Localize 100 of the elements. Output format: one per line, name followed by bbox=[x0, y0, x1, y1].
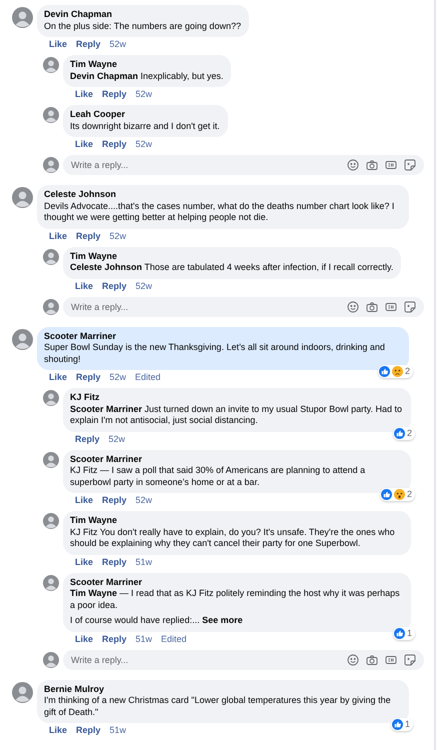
reply-link[interactable]: Reply bbox=[76, 725, 101, 736]
like-link[interactable]: Like bbox=[75, 634, 94, 644]
reply-link[interactable]: Reply bbox=[102, 634, 127, 644]
like-link[interactable]: Like bbox=[49, 372, 68, 383]
comment-text: Scooter Marriner Just turned down an invite to my usual Stupor Bowl party. Had to explain I'm not antisocial, just social distancing. bbox=[70, 404, 403, 426]
reply-link[interactable]: Reply bbox=[76, 230, 101, 242]
avatar[interactable] bbox=[43, 390, 59, 406]
edited-label[interactable]: Edited bbox=[161, 634, 187, 644]
like-link[interactable]: Like bbox=[75, 139, 94, 150]
reply-input[interactable]: Write a reply... bbox=[71, 302, 347, 312]
timestamp[interactable]: 52w bbox=[136, 280, 152, 292]
avatar[interactable] bbox=[43, 452, 59, 468]
reply-link[interactable]: Reply bbox=[102, 89, 127, 100]
edited-label[interactable]: Edited bbox=[135, 372, 161, 383]
reply-link[interactable]: Reply bbox=[102, 495, 127, 506]
avatar[interactable] bbox=[12, 187, 33, 208]
reply-link[interactable]: Reply bbox=[102, 280, 127, 292]
like-link[interactable]: Like bbox=[49, 230, 68, 242]
reply-link[interactable]: Reply bbox=[75, 434, 100, 444]
reply-input[interactable]: Write a reply... bbox=[71, 654, 347, 664]
timestamp[interactable]: 51w bbox=[110, 725, 126, 736]
author-name: Devin Chapman bbox=[44, 9, 114, 20]
sticker-icon[interactable] bbox=[404, 159, 416, 171]
comment-text: KJ Fitz You don't really have to explain, do you? It's unsafe. They're the ones who should be explaining why they can't cancel their party for one Superbowl. bbox=[70, 526, 396, 550]
avatar[interactable] bbox=[12, 7, 33, 28]
avatar[interactable] bbox=[12, 328, 33, 350]
reply-input[interactable]: Write a reply... bbox=[71, 160, 347, 170]
reaction-badge[interactable]: 1 bbox=[392, 626, 415, 640]
timestamp[interactable]: 51w bbox=[136, 634, 152, 644]
camera-icon[interactable] bbox=[366, 159, 378, 171]
timestamp[interactable]: 52w bbox=[136, 89, 152, 100]
reply-link[interactable]: Reply bbox=[76, 372, 101, 383]
reaction-badge[interactable]: 1 bbox=[390, 718, 413, 731]
reaction-badge[interactable]: 2 bbox=[380, 488, 415, 501]
reply-field[interactable]: Write a reply... bbox=[63, 296, 424, 316]
timestamp[interactable]: 52w bbox=[110, 372, 126, 383]
like-link[interactable]: Like bbox=[75, 556, 94, 568]
reply-link[interactable]: Reply bbox=[102, 139, 127, 150]
like-link[interactable]: Like bbox=[49, 725, 68, 736]
reaction-count: 1 bbox=[404, 719, 410, 730]
reply-link[interactable]: Reply bbox=[76, 39, 101, 50]
author-name: Celeste Johnson bbox=[44, 189, 118, 200]
timestamp[interactable]: 52w bbox=[108, 434, 126, 444]
comment-text: I of course would have replied:... See more bbox=[70, 615, 244, 626]
like-link[interactable]: Like bbox=[75, 280, 94, 292]
timestamp[interactable]: 52w bbox=[136, 139, 152, 150]
avatar[interactable] bbox=[43, 652, 59, 668]
reaction-badge[interactable]: 2 bbox=[378, 365, 413, 378]
avatar[interactable] bbox=[43, 574, 59, 590]
comment-text: Its downright bizarre and I don't get it. bbox=[70, 120, 220, 132]
emoji-icon[interactable] bbox=[347, 300, 359, 312]
timestamp[interactable]: 52w bbox=[110, 230, 126, 242]
avatar[interactable] bbox=[43, 157, 59, 173]
comment-text: Tim Wayne — I read that as KJ Fitz politely reminding the host why it was perhaps a poor idea. bbox=[70, 588, 401, 611]
reaction-count: 2 bbox=[406, 489, 412, 500]
like-icon bbox=[394, 628, 405, 638]
avatar[interactable] bbox=[12, 682, 33, 702]
emoji-icon[interactable] bbox=[347, 654, 359, 666]
reply-link[interactable]: Reply bbox=[102, 556, 127, 568]
emoji-icon[interactable] bbox=[347, 159, 359, 171]
avatar[interactable] bbox=[43, 298, 59, 314]
timestamp[interactable]: 51w bbox=[136, 556, 152, 568]
like-icon bbox=[378, 366, 390, 377]
camera-icon[interactable] bbox=[366, 654, 378, 666]
camera-icon[interactable] bbox=[366, 300, 378, 312]
reaction-count: 2 bbox=[406, 428, 412, 438]
author-name: Tim Wayne bbox=[70, 515, 118, 526]
like-icon bbox=[394, 428, 405, 438]
comment-text: Devin Chapman Inexplicably, but yes. bbox=[70, 70, 224, 82]
avatar[interactable] bbox=[43, 57, 59, 73]
timestamp[interactable]: 52w bbox=[136, 495, 152, 506]
see-more-link[interactable]: See more bbox=[202, 615, 243, 625]
comment-text: Super Bowl Sunday is the new Thanksgiving. Let’s all sit around indoors, drinking and shouting! bbox=[44, 342, 386, 365]
author-name: Tim Wayne bbox=[70, 250, 118, 262]
author-name: Scooter Marriner bbox=[70, 576, 144, 588]
emoji-icon bbox=[394, 489, 405, 500]
reaction-badge[interactable]: 2 bbox=[392, 426, 415, 440]
author-name: Bernie Mulroy bbox=[44, 684, 106, 695]
emoji-icon bbox=[392, 366, 403, 377]
comment-text: KJ Fitz — I saw a poll that said 30% of Americans are planning to attend a superbowl party in someone’s home or at a bar. bbox=[70, 465, 366, 488]
avatar[interactable] bbox=[43, 513, 59, 529]
like-link[interactable]: Like bbox=[49, 39, 68, 50]
author-name: Leah Cooper bbox=[70, 109, 126, 120]
avatar[interactable] bbox=[43, 248, 59, 264]
sticker-icon[interactable] bbox=[404, 300, 416, 312]
reply-field[interactable]: Write a reply... bbox=[63, 650, 424, 670]
sticker-icon[interactable] bbox=[404, 654, 416, 666]
comment-text: On the plus side: The numbers are going down?? bbox=[44, 20, 241, 32]
reply-field[interactable]: Write a reply... bbox=[63, 155, 424, 175]
timestamp[interactable]: 52w bbox=[110, 39, 126, 50]
avatar[interactable] bbox=[43, 107, 59, 123]
author-name: Scooter Marriner bbox=[44, 330, 118, 342]
like-link[interactable]: Like bbox=[75, 89, 94, 100]
like-link[interactable]: Like bbox=[75, 495, 94, 506]
like-icon bbox=[380, 489, 392, 500]
reaction-count: 2 bbox=[404, 366, 410, 377]
comment-text: Devils Advocate....that's the cases number, what do the deaths number chart look like? I thought we were getting better at helping people not die. bbox=[44, 200, 396, 224]
comment-text: I'm thinking of a new Christmas card "Lower global temperatures this year by giving the gift of Death." bbox=[44, 695, 392, 718]
like-icon bbox=[392, 719, 403, 730]
comment-text: Celeste Johnson Those are tabulated 4 weeks after infection, if I recall correctly. bbox=[70, 262, 394, 274]
